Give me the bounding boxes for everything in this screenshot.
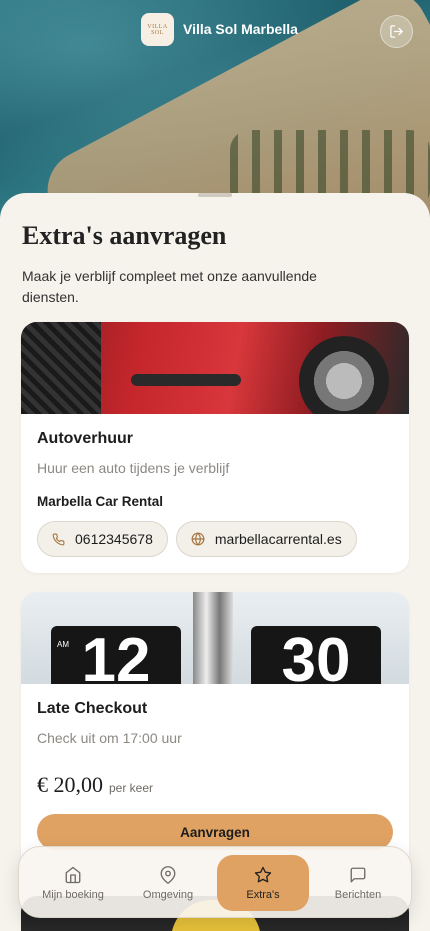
flip-clock-minute: 30 [251, 626, 381, 684]
villa-logo: VILLA SOL [141, 13, 174, 46]
flip-clock-am: AM [57, 640, 69, 649]
nav-label: Extra's [246, 888, 280, 901]
message-icon [350, 867, 366, 882]
bottom-navigation: Mijn boeking Omgeving Extra's Berichten [18, 846, 412, 918]
phone-icon [52, 533, 65, 545]
logout-icon [390, 25, 403, 38]
price-unit: per keer [109, 781, 154, 795]
page-subtitle: Maak je verblijf compleet met onze aanvu… [22, 268, 317, 305]
service-description: Huur een auto tijdens je verblijf [37, 460, 230, 476]
sheet-handle[interactable] [198, 193, 232, 197]
home-icon [65, 866, 81, 883]
logout-button[interactable] [380, 15, 413, 48]
star-icon [254, 866, 272, 882]
service-provider: Marbella Car Rental [37, 494, 164, 509]
phone-number: 0612345678 [75, 531, 153, 547]
service-price: € 20,00 [37, 772, 103, 797]
globe-icon [191, 532, 205, 546]
car-image [21, 322, 409, 414]
service-title: Late Checkout [37, 700, 148, 717]
content-sheet: Extra's aanvragen Maak je verblijf compl… [0, 193, 430, 931]
nav-item-extras[interactable]: Extra's [217, 855, 309, 911]
map-pin-icon [160, 865, 176, 884]
nav-label: Berichten [334, 888, 382, 901]
logo-text: VILLA SOL [147, 23, 168, 36]
phone-chip[interactable]: 0612345678 [37, 521, 168, 557]
top-bar: VILLA SOL Villa Sol Marbella [0, 13, 430, 49]
nav-item-berichten[interactable]: Berichten [312, 855, 404, 911]
page-title: Extra's aanvragen [22, 221, 227, 250]
website-chip[interactable]: marbellacarrental.es [175, 521, 357, 557]
service-title: Autoverhuur [37, 430, 133, 447]
app-title: Villa Sol Marbella [183, 21, 298, 37]
nav-label: Mijn boeking [42, 888, 104, 901]
nav-label: Omgeving [142, 888, 194, 901]
nav-item-omgeving[interactable]: Omgeving [122, 855, 214, 911]
request-button[interactable]: Aanvragen [37, 814, 393, 850]
service-card-autoverhuur: Autoverhuur Huur een auto tijdens je ver… [21, 322, 409, 573]
clock-image: 12 AM 30 [21, 592, 409, 684]
service-description: Check uit om 17:00 uur [37, 730, 182, 746]
flip-clock-hour: 12 [51, 626, 181, 684]
website-url: marbellacarrental.es [214, 531, 342, 547]
nav-item-mijn-boeking[interactable]: Mijn boeking [27, 855, 119, 911]
